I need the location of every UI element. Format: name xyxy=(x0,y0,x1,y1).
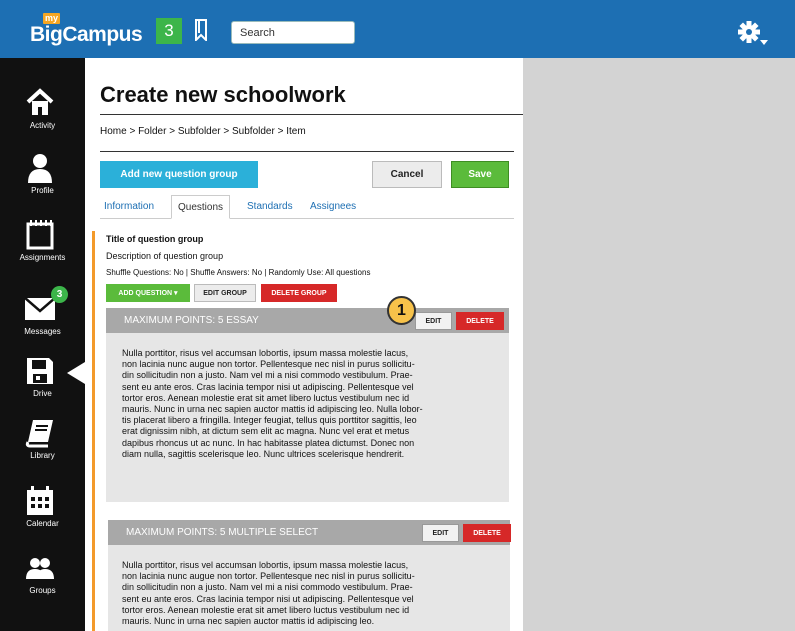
notification-count-badge[interactable]: 3 xyxy=(156,18,182,44)
nav-item-assignments[interactable]: Assignments xyxy=(0,220,85,284)
save-button[interactable]: Save xyxy=(451,161,509,188)
envelope-icon xyxy=(25,297,55,320)
floppy-disk-icon xyxy=(27,358,53,384)
nav-item-messages[interactable]: 3 Messages xyxy=(0,286,85,358)
nav-label: Drive xyxy=(33,389,52,398)
person-icon xyxy=(28,154,52,183)
nav-item-calendar[interactable]: Calendar xyxy=(0,486,85,550)
edit-question-button[interactable]: EDIT xyxy=(422,524,459,542)
title-divider xyxy=(100,114,523,115)
delete-group-button[interactable]: DELETE GROUP xyxy=(261,284,337,302)
tab-information[interactable]: Information xyxy=(104,195,154,219)
messages-count-badge: 3 xyxy=(51,286,68,303)
add-question-label: ADD QUESTION xyxy=(118,290,173,297)
tab-questions[interactable]: Questions xyxy=(171,195,231,219)
tab-assignees[interactable]: Assignees xyxy=(310,195,356,219)
question-card: MAXIMUM POINTS: 5 MULTIPLE SELECT EDIT D… xyxy=(108,520,511,631)
tab-bar: Information Questions Standards Assignee… xyxy=(100,195,514,219)
edit-group-button[interactable]: EDIT GROUP xyxy=(194,284,256,302)
notepad-icon xyxy=(26,220,54,250)
nav-label: Calendar xyxy=(26,519,59,528)
left-nav: Activity Profile Assignments 3 Messages … xyxy=(0,58,85,631)
nav-label: Activity xyxy=(29,121,56,130)
edit-question-button[interactable]: EDIT xyxy=(415,312,452,330)
people-icon xyxy=(26,558,54,579)
main-panel: Create new schoolwork Home > Folder > Su… xyxy=(85,58,523,631)
tab-standards[interactable]: Standards xyxy=(247,195,293,219)
question-group-accent-bar xyxy=(92,231,95,631)
nav-item-activity[interactable]: Activity xyxy=(0,88,85,152)
search-input[interactable] xyxy=(231,21,355,44)
settings-gear-icon[interactable] xyxy=(736,20,772,50)
nav-label: Profile xyxy=(31,186,54,195)
delete-question-button[interactable]: DELETE xyxy=(456,312,504,330)
calendar-icon xyxy=(27,486,53,515)
nav-label: Groups xyxy=(29,586,56,595)
question-text: Nulla porttitor, risus vel accumsan lobo… xyxy=(122,348,423,459)
question-group-title: Title of question group xyxy=(106,234,204,244)
add-question-button[interactable]: ADD QUESTION ▾ xyxy=(106,284,190,302)
nav-item-groups[interactable]: Groups xyxy=(0,553,85,617)
nav-label: Library xyxy=(30,451,55,460)
question-group-settings: Shuffle Questions: No | Shuffle Answers:… xyxy=(106,268,371,277)
question-group-description: Description of question group xyxy=(106,251,224,261)
nav-item-profile[interactable]: Profile xyxy=(0,153,85,217)
annotation-callout: 1 xyxy=(387,296,416,325)
active-nav-pointer xyxy=(67,362,85,384)
top-bar: my BigCampus 3 xyxy=(0,0,795,58)
cancel-button[interactable]: Cancel xyxy=(372,161,442,188)
nav-item-library[interactable]: Library xyxy=(0,418,85,482)
nav-label: Assignments xyxy=(19,253,66,262)
question-card: MAXIMUM POINTS: 5 ESSAY EDIT DELETE Null… xyxy=(106,308,509,502)
bookmark-icon[interactable] xyxy=(195,19,207,41)
home-icon xyxy=(26,88,54,115)
question-text: Nulla porttitor, risus vel accumsan lobo… xyxy=(122,560,415,627)
book-icon xyxy=(25,420,53,448)
delete-question-button[interactable]: DELETE xyxy=(463,524,511,542)
page-title: Create new schoolwork xyxy=(100,82,346,107)
breadcrumb-divider xyxy=(100,151,514,152)
logo-text: BigCampus xyxy=(30,23,143,46)
nav-label: Messages xyxy=(24,327,61,336)
breadcrumb[interactable]: Home > Folder > Subfolder > Subfolder > … xyxy=(100,126,306,137)
chevron-down-icon: ▾ xyxy=(174,290,178,297)
add-question-group-button[interactable]: Add new question group xyxy=(100,161,258,188)
